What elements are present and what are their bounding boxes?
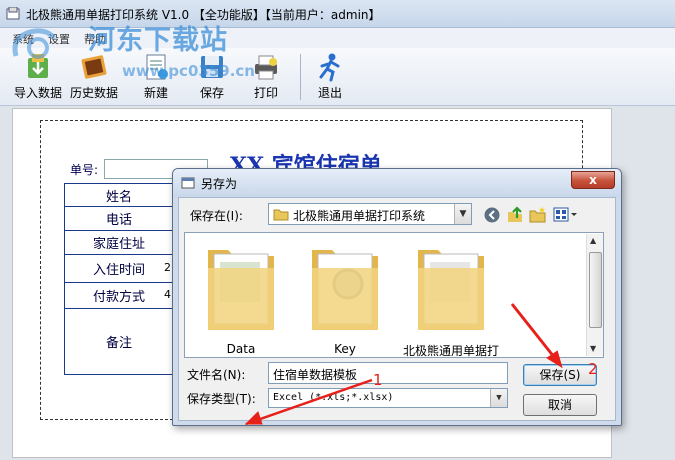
annotation-marker-2: 2 bbox=[588, 360, 598, 378]
filetype-value: Excel (*.xls;*.xlsx) bbox=[273, 392, 394, 403]
view-menu-icon[interactable] bbox=[553, 206, 579, 224]
exit-button[interactable]: 退出 bbox=[310, 48, 350, 106]
document-number-label: 单号: bbox=[70, 163, 99, 177]
filetype-dropdown[interactable]: Excel (*.xls;*.xlsx) ▼ bbox=[268, 388, 508, 408]
exit-label: 退出 bbox=[317, 86, 342, 100]
filename-label: 文件名(N): bbox=[187, 368, 246, 382]
dialog-cancel-button[interactable]: 取消 bbox=[523, 394, 597, 416]
filetype-label: 保存类型(T): bbox=[187, 392, 256, 406]
scroll-down-icon[interactable]: ▼ bbox=[590, 344, 596, 353]
dialog-title-bar[interactable]: 另存为 x bbox=[173, 169, 621, 197]
field-label-remarks: 备注 bbox=[64, 309, 174, 375]
folder-icon bbox=[208, 250, 274, 330]
field-label-name: 姓名 bbox=[64, 183, 174, 207]
toolbar-separator bbox=[300, 54, 301, 100]
dialog-close-button[interactable]: x bbox=[571, 171, 615, 189]
file-name-app-folder: 北极熊通用单据打 bbox=[402, 344, 499, 358]
chevron-down-icon: ▼ bbox=[454, 204, 471, 224]
folder-icon bbox=[418, 250, 484, 330]
filename-input[interactable]: 住宿单数据模板 bbox=[268, 362, 508, 384]
field-label-address: 家庭住址 bbox=[64, 231, 174, 255]
field-label-checkin-time: 入住时间 bbox=[64, 255, 174, 283]
file-name-key: Key bbox=[334, 342, 356, 356]
file-item-key[interactable]: Key bbox=[290, 238, 400, 356]
file-item-data[interactable]: Data bbox=[186, 238, 296, 356]
watermark-text: 河东下载站 bbox=[88, 25, 228, 56]
dialog-icon bbox=[181, 177, 195, 189]
file-name-data: Data bbox=[226, 342, 256, 356]
annotation-marker-1: 1 bbox=[373, 371, 383, 389]
field-label-phone: 电话 bbox=[64, 207, 174, 231]
scroll-up-icon[interactable]: ▲ bbox=[590, 236, 596, 245]
history-data-label: 历史数据 bbox=[69, 86, 118, 100]
save-in-dropdown[interactable]: 北极熊通用单据打印系统 ▼ bbox=[268, 203, 472, 225]
folder-icon bbox=[273, 209, 289, 221]
save-in-label: 保存在(I): bbox=[190, 209, 243, 223]
folder-icon bbox=[312, 250, 378, 330]
file-item-app-folder[interactable]: 北极熊通用单据打 bbox=[396, 238, 506, 358]
dialog-title: 另存为 bbox=[201, 177, 238, 191]
print-icon bbox=[255, 55, 277, 80]
watermark-logo bbox=[12, 28, 56, 59]
watermark-url: www.pc0359.cn bbox=[122, 62, 255, 80]
print-label: 打印 bbox=[253, 86, 278, 100]
back-icon[interactable] bbox=[483, 206, 501, 224]
import-data-label: 导入数据 bbox=[13, 86, 62, 100]
exit-icon bbox=[319, 53, 340, 82]
scrollbar-thumb[interactable] bbox=[589, 252, 602, 328]
new-folder-icon[interactable] bbox=[529, 206, 547, 224]
app-icon bbox=[6, 7, 20, 20]
save-label: 保存 bbox=[199, 86, 224, 100]
field-label-payment: 付款方式 bbox=[64, 283, 174, 309]
save-in-value: 北极熊通用单据打印系统 bbox=[293, 209, 426, 223]
up-folder-icon[interactable] bbox=[506, 206, 524, 224]
new-label: 新建 bbox=[143, 86, 168, 100]
file-list-scrollbar[interactable]: ▲ ▼ bbox=[586, 234, 603, 356]
chevron-down-icon: ▼ bbox=[490, 389, 507, 407]
dialog-save-button[interactable]: 保存(S) bbox=[523, 364, 597, 386]
